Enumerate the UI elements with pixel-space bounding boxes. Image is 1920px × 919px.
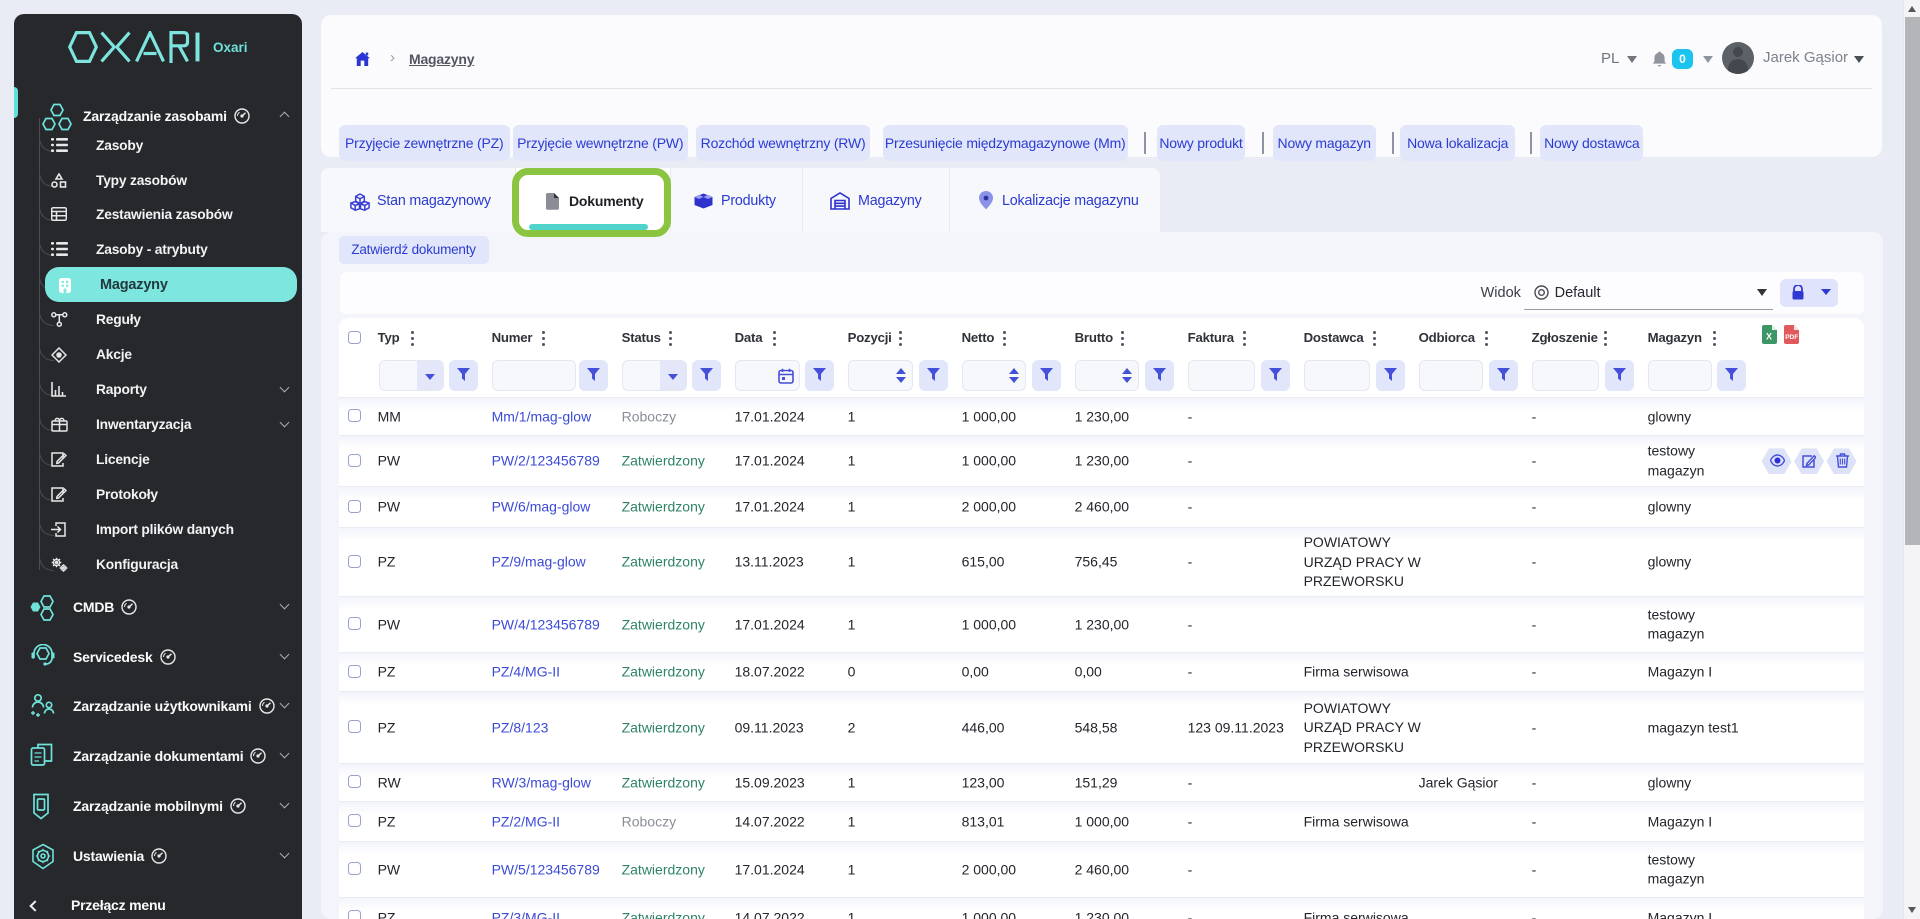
- svg-text:PDF: PDF: [1785, 334, 1798, 341]
- svg-text:X: X: [1766, 332, 1772, 342]
